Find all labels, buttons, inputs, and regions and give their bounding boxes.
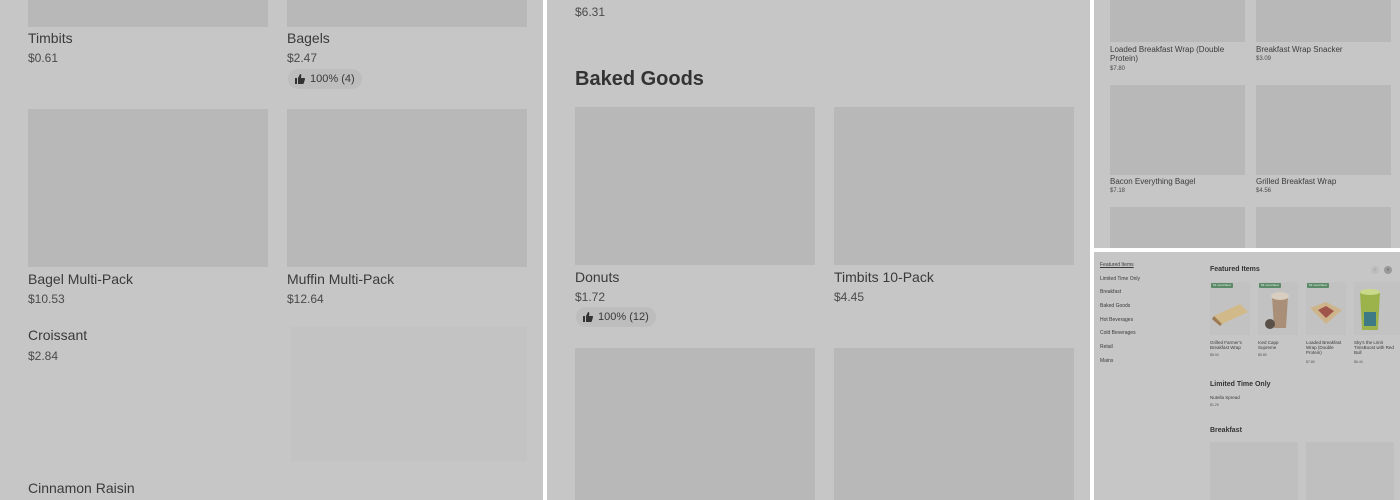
featured-item-image[interactable]	[1306, 282, 1346, 335]
item-price: $4.56	[1256, 188, 1272, 194]
item-price: $7.80	[1306, 360, 1315, 364]
item-price: $12.64	[287, 292, 324, 306]
item-name[interactable]: Loaded Breakfast Wrap (Double Protein)	[1306, 340, 1346, 355]
menu-panel-baked-goods: $6.31 Baked Goods Donuts $1.72 100% (12)…	[547, 0, 1090, 500]
croissant-image[interactable]	[291, 327, 527, 461]
item-name[interactable]: Iced Capp Supreme	[1258, 340, 1298, 350]
item-price: $10.53	[28, 292, 65, 306]
breakfast-title: Breakfast	[1210, 427, 1242, 434]
rating-text: 100% (4)	[310, 73, 355, 85]
most-liked-badge: #1 most liked	[1211, 283, 1233, 288]
thumbs-up-icon	[295, 74, 305, 84]
nav-item-retail[interactable]: Retail	[1100, 344, 1113, 350]
item-image[interactable]	[575, 348, 815, 500]
muffin-multi-pack-image[interactable]	[287, 109, 527, 267]
item-name[interactable]: Bagels	[287, 30, 330, 46]
item-price: $4.45	[834, 290, 865, 304]
nav-item-baked-goods[interactable]: Baked Goods	[1100, 303, 1130, 309]
item-price: $2.47	[287, 51, 318, 65]
featured-item-image[interactable]	[1258, 282, 1298, 335]
chevron-left-icon: ‹	[1374, 267, 1376, 273]
nav-item-hot-beverages[interactable]: Hot Beverages	[1100, 317, 1133, 323]
featured-items-title: Featured Items	[1210, 266, 1260, 273]
timbits-image[interactable]	[28, 0, 268, 27]
item-price: $2.84	[28, 349, 59, 363]
bagels-image[interactable]	[287, 0, 527, 27]
bagel-multi-pack-image[interactable]	[28, 109, 268, 267]
most-liked-badge: #3 most liked	[1259, 283, 1281, 288]
limited-time-title: Limited Time Only	[1210, 381, 1271, 388]
iced-capp-image	[1265, 292, 1289, 329]
menu-panel-breakfast-grid: Loaded Breakfast Wrap (Double Protein) $…	[1094, 0, 1400, 248]
nav-item-mains[interactable]: Mains	[1100, 358, 1113, 364]
item-name[interactable]: Timbits 10-Pack	[834, 269, 934, 285]
breakfast-wrap-image	[1212, 304, 1248, 326]
item-image[interactable]	[1306, 442, 1394, 500]
featured-item-image[interactable]	[1210, 282, 1250, 335]
most-liked-badge: #2 most liked	[1307, 283, 1329, 288]
carousel-next-button[interactable]: ›	[1384, 266, 1392, 274]
item-name[interactable]: Bacon Everything Bagel	[1110, 177, 1245, 186]
item-price: $7.80	[1110, 66, 1126, 72]
item-name[interactable]: Croissant	[28, 327, 87, 343]
item-price: $1.29	[1210, 403, 1219, 407]
item-name[interactable]: Grilled Farmer's Breakfast Wrap	[1210, 340, 1250, 350]
item-image[interactable]	[1256, 0, 1391, 42]
loaded-wrap-image	[1310, 302, 1342, 324]
timbits-10-pack-image[interactable]	[834, 107, 1074, 265]
item-name[interactable]: Loaded Breakfast Wrap (Double Protein)	[1110, 45, 1240, 63]
item-price: $3.09	[1256, 56, 1272, 62]
thumbs-up-icon	[583, 312, 593, 322]
item-price: $5.94	[1210, 353, 1219, 357]
item-name[interactable]: Donuts	[575, 269, 619, 285]
item-price: $5.80	[1258, 353, 1267, 357]
item-name[interactable]: Breakfast Wrap Snacker	[1256, 45, 1391, 54]
item-name[interactable]: Nutella Spread	[1210, 395, 1290, 400]
item-name[interactable]: Sky's the Limit TimsBoost with Red Bull	[1354, 340, 1400, 355]
item-image[interactable]	[834, 348, 1074, 500]
section-title: Baked Goods	[575, 68, 704, 90]
item-name[interactable]: Grilled Breakfast Wrap	[1256, 177, 1391, 186]
nav-item-limited-time-only[interactable]: Limited Time Only	[1100, 276, 1140, 282]
menu-overview-panel: Featured Items Limited Time Only Breakfa…	[1094, 252, 1400, 500]
nav-item-cold-beverages[interactable]: Cold Beverages	[1100, 330, 1136, 336]
chevron-right-icon: ›	[1387, 267, 1389, 273]
nav-item-breakfast[interactable]: Breakfast	[1100, 289, 1121, 295]
item-name[interactable]: Bagel Multi-Pack	[28, 271, 133, 287]
item-price: $1.72	[575, 290, 606, 304]
item-name[interactable]: Cinnamon Raisin	[28, 480, 135, 496]
featured-item-image[interactable]	[1354, 282, 1400, 335]
item-name[interactable]: Muffin Multi-Pack	[287, 271, 394, 287]
item-image[interactable]	[1210, 442, 1298, 500]
item-name[interactable]: Timbits	[28, 30, 73, 46]
item-price: $7.18	[1110, 188, 1126, 194]
nav-item-featured-items[interactable]: Featured Items	[1100, 262, 1134, 268]
item-price: $6.44	[1354, 360, 1363, 364]
item-price: $0.61	[28, 51, 59, 65]
bacon-everything-bagel-image[interactable]	[1110, 85, 1245, 175]
menu-panel-snacks: Timbits $0.61 Bagels $2.47 100% (4) Bage…	[0, 0, 543, 500]
donuts-image[interactable]	[575, 107, 815, 265]
item-image[interactable]	[1110, 0, 1245, 42]
item-image[interactable]	[1256, 207, 1391, 248]
item-image[interactable]	[1110, 207, 1245, 248]
rating-badge: 100% (4)	[288, 69, 362, 89]
item-price: $6.31	[575, 5, 606, 19]
grilled-breakfast-wrap-image[interactable]	[1256, 85, 1391, 175]
timsboost-drink-image	[1360, 289, 1380, 330]
carousel-prev-button[interactable]: ‹	[1371, 266, 1379, 274]
rating-text: 100% (12)	[598, 311, 649, 323]
rating-badge: 100% (12)	[576, 307, 656, 327]
